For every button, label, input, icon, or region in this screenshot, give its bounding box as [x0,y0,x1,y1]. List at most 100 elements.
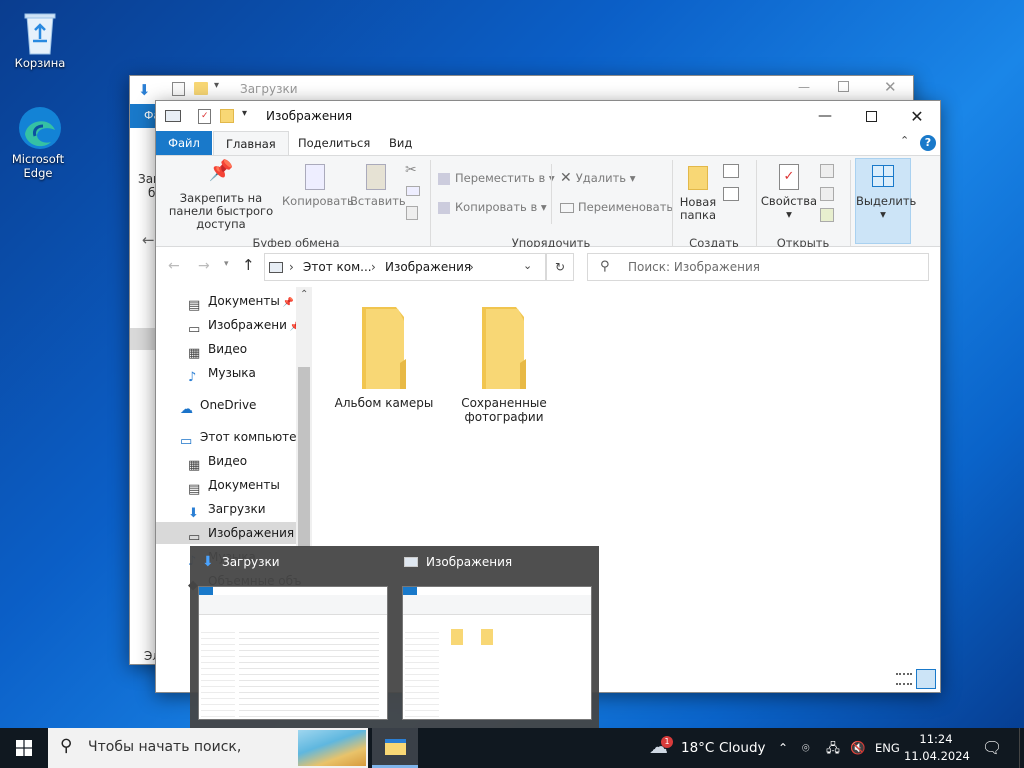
properties-quick-icon[interactable] [172,82,185,96]
copy-button[interactable]: Копировать [282,164,354,208]
nav-item[interactable]: ▭Изображени📌 [188,314,301,337]
nav-item-label: Видео [208,342,248,356]
breadcrumb-pictures[interactable]: Изображения [385,260,471,274]
cut-icon[interactable]: ✂ [405,162,417,178]
pictures-icon: ▭ [188,529,201,545]
notifications-icon[interactable]: 🗨 [982,728,1002,768]
nav-item[interactable]: ▦ Видео [188,338,248,361]
forward-arrow-icon[interactable]: → [198,258,210,274]
properties-button[interactable]: ✓ Свойства ▾ [760,164,818,221]
recent-dropdown-icon[interactable]: ▾ [224,259,229,269]
properties-quick-icon[interactable]: ✓ [198,109,211,124]
ribbon: 📌 Закрепить на панели быстрого доступа К… [156,155,940,250]
nav-item[interactable]: ☁ OneDrive [180,394,256,417]
close-icon[interactable]: ✕ [884,78,897,96]
easy-access-icon[interactable] [723,187,739,201]
taskbar-explorer-button[interactable] [372,728,418,768]
pin-button[interactable]: 📌 Закрепить на панели быстрого доступа [162,160,280,231]
back-arrow-icon[interactable]: ← [142,231,155,249]
nav-item[interactable]: ▤ Документы 📌 [188,290,294,313]
taskbar-search-box[interactable]: ⚲ Чтобы начать поиск, [48,728,368,768]
tab-share[interactable]: Поделиться [286,131,382,155]
language-indicator[interactable]: ENG [875,728,900,768]
downloads-icon: ⬇ [138,81,151,99]
minimize-icon[interactable]: — [798,80,810,94]
back-file-tab[interactable]: Фа [130,104,160,128]
video-icon: ▦ [188,345,201,361]
new-folder-button[interactable]: Новая папка [676,164,720,222]
chevron-up-icon[interactable]: ⌃ [900,134,909,147]
details-view-icon[interactable] [896,673,912,685]
address-bar[interactable]: › Этот ком... › Изображения › ⌄ [264,253,546,281]
copy-to-button[interactable]: Копировать в ▾ [438,201,547,214]
rename-button[interactable]: Переименовать [560,201,673,214]
nav-item[interactable]: ▦ Видео [188,450,247,473]
dropdown-icon[interactable]: ▾ [242,108,247,119]
scroll-up-icon[interactable]: ⌃ [300,289,308,300]
weather-widget[interactable]: ☁ 1 18°C Cloudy [646,728,770,768]
tab-home[interactable]: Главная [213,131,289,155]
delete-button[interactable]: ✕ Удалить ▾ [560,170,635,186]
folder-saved-pictures[interactable]: Сохраненные фотографии [454,303,554,424]
open-icon[interactable] [820,164,834,178]
network-icon[interactable]: 🖧 [826,728,840,768]
nav-item-label: Документы [208,478,280,492]
volume-muted-icon[interactable]: 🔇 [850,728,866,768]
nav-item-label: Документы [208,294,280,308]
chevron-up-icon[interactable]: ⌃ [778,728,788,768]
preview-pictures[interactable]: Изображения [398,546,596,724]
help-icon[interactable]: ? [920,135,936,151]
large-icons-view-icon[interactable] [916,669,936,689]
breadcrumb-computer[interactable]: Этот ком... [303,260,372,274]
rename-icon [560,202,574,213]
preview-thumbnail [402,586,592,720]
paste-shortcut-icon[interactable] [406,206,418,220]
move-to-button[interactable]: Переместить в ▾ [438,172,555,185]
nav-item[interactable]: ⬇ Загрузки [188,498,266,521]
select-button[interactable]: Выделить ▾ [855,158,916,244]
onedrive-icon: ☁ [180,401,193,417]
minimize-button[interactable]: — [802,101,848,131]
maximize-button[interactable] [848,101,894,131]
maximize-icon[interactable] [838,81,849,92]
meet-now-icon[interactable]: ⌾ [802,728,810,768]
ribbon-separator [551,164,552,224]
nav-item[interactable]: ▭ Этот компьютер [180,426,304,449]
search-input[interactable]: ⚲ Поиск: Изображения [587,253,929,281]
tab-view[interactable]: Вид [377,131,424,155]
delete-icon: ✕ [560,170,572,186]
nav-scrollbar[interactable]: ⌃ [296,287,312,547]
folder-camera-roll[interactable]: Альбом камеры [334,303,434,410]
nav-item-label: Изображения [208,526,295,540]
title-bar[interactable]: ✓ ▾ Изображения — ✕ [156,101,940,131]
new-item-icon[interactable] [723,164,739,178]
history-icon[interactable] [820,208,834,222]
start-button[interactable] [0,728,48,768]
select-icon [872,165,894,187]
scroll-thumb[interactable] [298,367,310,547]
preview-downloads[interactable]: ⬇ Загрузки [194,546,392,724]
nav-item[interactable]: ▤ Документы [188,474,280,497]
desktop-icon-recycle-bin[interactable]: Корзина [2,8,78,70]
ribbon-separator [672,160,673,248]
up-arrow-icon[interactable]: ↑ [242,256,255,274]
nav-item[interactable]: ♪ Музыка [188,362,256,385]
search-highlight-image [298,730,366,766]
copy-path-icon[interactable] [406,186,420,196]
tab-file[interactable]: Файл [156,131,212,155]
show-desktop-button[interactable] [1019,728,1024,768]
close-button[interactable]: ✕ [894,101,940,131]
back-arrow-icon[interactable]: ← [168,258,180,274]
refresh-button[interactable]: ↻ [546,253,574,281]
nav-item[interactable]: ▭ Изображения [156,522,296,545]
paste-button[interactable]: Вставить [350,164,406,208]
folder-quick-icon[interactable] [194,82,208,95]
pictures-icon [404,557,418,567]
dropdown-icon[interactable]: ▾ [214,80,219,91]
address-dropdown-icon[interactable]: ⌄ [523,259,532,272]
desktop-icon-edge[interactable]: Microsoft Edge [0,104,76,180]
folder-icon [362,307,406,389]
edit-icon[interactable] [820,187,834,201]
folder-quick-icon[interactable] [220,109,234,123]
clock[interactable]: 11:24 11.04.2024 [904,731,970,765]
